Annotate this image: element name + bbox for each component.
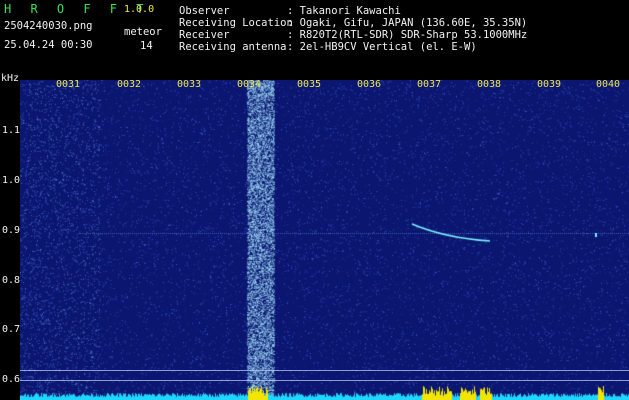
filename: 2504240030.png	[4, 20, 93, 32]
y-tick-0-9: 0.9	[2, 225, 21, 236]
reference-line-upper	[20, 370, 629, 371]
x-tick-0040: 0040	[596, 79, 621, 90]
x-tick-0039: 0039	[537, 79, 562, 90]
observer-value: : Takanori Kawachi	[287, 5, 401, 17]
antenna-label: Receiving antenna	[179, 41, 287, 53]
x-tick-0036: 0036	[357, 79, 382, 90]
y-tick-1-0: 1.0	[2, 175, 21, 186]
spectrogram-plot	[20, 80, 629, 400]
y-tick-0-8: 0.8	[2, 275, 21, 286]
meteor-count: 14	[140, 40, 153, 52]
x-tick-0032: 0032	[117, 79, 142, 90]
header-panel: H R O F F T 1.0.0 2504240030.png 25.04.2…	[0, 0, 629, 78]
x-tick-0034: 0034	[237, 79, 262, 90]
spectrogram-canvas	[20, 80, 629, 400]
observer-label: Observer	[179, 5, 230, 17]
app-version: 1.0.0	[124, 4, 155, 15]
x-tick-0037: 0037	[417, 79, 442, 90]
location-label: Receiving Location	[179, 17, 293, 29]
antenna-value: : 2el-HB9CV Vertical (el. E-W)	[287, 41, 477, 53]
x-tick-0031: 0031	[56, 79, 81, 90]
receiver-label: Receiver	[179, 29, 230, 41]
meteor-label: meteor	[124, 26, 162, 38]
x-tick-0035: 0035	[297, 79, 322, 90]
datetime: 25.04.24 00:30	[4, 39, 93, 51]
y-tick-1-1: 1.1	[2, 125, 21, 136]
x-tick-0038: 0038	[477, 79, 502, 90]
y-unit-label: kHz	[1, 73, 20, 84]
y-tick-0-7: 0.7	[2, 324, 21, 335]
y-tick-0-6: 0.6	[2, 374, 21, 385]
x-tick-0033: 0033	[177, 79, 202, 90]
reference-line-lower	[20, 380, 629, 381]
receiver-value: : R820T2(RTL-SDR) SDR-Sharp 53.1000MHz	[287, 29, 528, 41]
location-value: : Ogaki, Gifu, JAPAN (136.60E, 35.35N)	[287, 17, 528, 29]
